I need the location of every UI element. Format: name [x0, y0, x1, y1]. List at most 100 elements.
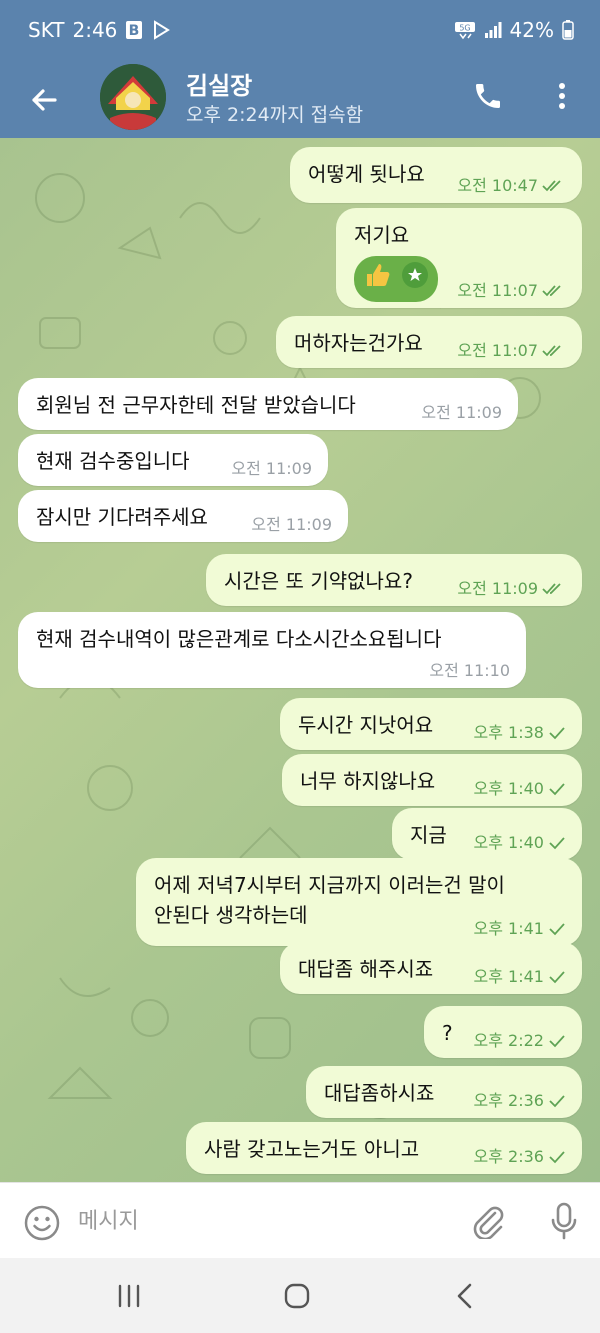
message-bubble[interactable]: ? 오후 2:22	[424, 1006, 582, 1058]
message-meta: 오전 11:07	[457, 282, 566, 300]
message-meta: 오후 1:41	[474, 920, 566, 938]
recents-icon	[118, 1284, 140, 1308]
emoji-sticker	[354, 256, 438, 302]
phone-icon	[476, 84, 500, 108]
message-text: 너무 하지않나요	[300, 769, 436, 793]
message-time: 오전 11:09	[231, 459, 312, 478]
call-button[interactable]	[468, 76, 508, 116]
message-text: 회원님 전 근무자한테 전달 받았습니다	[36, 393, 356, 417]
message-bubble[interactable]: 잠시만 기다려주세요 오전 11:09	[18, 490, 348, 542]
signal-icon	[484, 21, 502, 39]
message-time: 오후 1:41	[473, 919, 544, 938]
message-meta: 오후 2:22	[474, 1032, 566, 1050]
5g-icon: 5G	[454, 20, 476, 40]
message-bubble[interactable]: 현재 검수내역이 많은관계로 다소시간소요됩니다 오전 11:10	[18, 612, 526, 688]
message-text: 잠시만 기다려주세요	[36, 505, 208, 529]
message-time: 오전 11:09	[251, 515, 332, 534]
message-text: 대답좀하시죠	[324, 1081, 435, 1105]
check-icon	[548, 726, 566, 740]
message-text: 현재 검수중입니다	[36, 449, 190, 473]
svg-text:5G: 5G	[459, 24, 470, 33]
status-time: 2:46	[72, 18, 118, 42]
emoji-icon	[24, 1205, 60, 1241]
back-arrow-icon	[32, 89, 57, 111]
message-meta: 오전 10:47	[457, 177, 566, 195]
b-badge-icon: B	[125, 20, 143, 40]
message-text: 저기요	[354, 223, 410, 247]
message-bubble[interactable]: 머하자는건가요 오전 11:07	[276, 316, 582, 368]
svg-text:B: B	[129, 23, 140, 39]
message-time: 오전 11:10	[429, 661, 510, 680]
system-nav-bar	[0, 1258, 600, 1333]
message-meta: 오전 11:09	[421, 404, 502, 422]
message-text: 두시간 지낫어요	[298, 713, 434, 737]
message-bubble[interactable]: 두시간 지낫어요 오후 1:38	[280, 698, 582, 750]
check-icon	[548, 970, 566, 984]
message-meta: 오후 2:36	[474, 1148, 566, 1166]
message-meta: 오전 11:07	[457, 342, 566, 360]
message-bubble[interactable]: 지금 오후 1:40	[392, 808, 582, 860]
more-options-button[interactable]	[546, 76, 578, 116]
message-time: 오후 2:36	[473, 1091, 544, 1110]
message-meta: 오전 11:09	[231, 460, 312, 478]
contact-name[interactable]: 김실장	[186, 66, 252, 101]
more-vert-icon	[559, 83, 565, 109]
double-check-icon	[542, 344, 566, 358]
message-bubble[interactable]: 어떻게 됫나요 오전 10:47	[290, 147, 582, 203]
message-bubble[interactable]: 대답좀하시죠 오후 2:36	[306, 1066, 582, 1118]
message-meta: 오후 1:38	[474, 724, 566, 742]
message-text-line: 어제 저녁7시부터 지금까지 이러는건 말이	[154, 873, 505, 897]
message-meta: 오전 11:09	[251, 516, 332, 534]
message-input[interactable]	[78, 1201, 438, 1241]
message-time: 오전 11:09	[457, 579, 538, 598]
message-time: 오후 1:40	[473, 833, 544, 852]
message-text: 시간은 또 기약없나요?	[224, 569, 413, 593]
message-text: 어떻게 됫나요	[308, 162, 425, 186]
check-icon	[548, 1150, 566, 1164]
check-icon	[548, 1034, 566, 1048]
emoji-button[interactable]	[22, 1203, 62, 1243]
message-meta: 오전 11:09	[457, 580, 566, 598]
double-check-icon	[542, 179, 566, 193]
chat-area[interactable]: 어떻게 됫나요 오전 10:47 저기요 오전 11:07 머하자는건가요 오전…	[0, 138, 600, 1182]
double-check-icon	[542, 582, 566, 596]
message-text: ?	[442, 1021, 453, 1045]
message-time: 오전 11:09	[421, 403, 502, 422]
message-bubble[interactable]: 저기요 오전 11:07	[336, 208, 582, 308]
message-meta: 오후 2:36	[474, 1092, 566, 1110]
avatar[interactable]	[100, 64, 166, 130]
message-bubble[interactable]: 사람 갖고노는거도 아니고 오후 2:36	[186, 1122, 582, 1174]
message-text: 대답좀 해주시죠	[298, 957, 434, 981]
message-bubble[interactable]: 어제 저녁7시부터 지금까지 이러는건 말이 안된다 생각하는데 오후 1:41	[136, 858, 582, 946]
battery-percent: 42%	[509, 18, 554, 42]
avatar-image	[100, 64, 166, 130]
status-bar: SKT 2:46 B 5G 42%	[0, 0, 600, 60]
home-icon	[284, 1283, 310, 1309]
message-text: 현재 검수내역이 많은관계로 다소시간소요됩니다	[36, 627, 442, 651]
attach-button[interactable]	[468, 1201, 508, 1241]
star-badge-icon	[400, 260, 430, 298]
message-bubble[interactable]: 너무 하지않나요 오후 1:40	[282, 754, 582, 806]
message-meta: 오후 1:40	[474, 780, 566, 798]
check-icon	[548, 922, 566, 936]
message-bubble[interactable]: 회원님 전 근무자한테 전달 받았습니다 오전 11:09	[18, 378, 518, 430]
home-button[interactable]	[272, 1276, 322, 1316]
recents-button[interactable]	[104, 1276, 154, 1316]
message-text: 지금	[410, 823, 447, 847]
mic-button[interactable]	[544, 1201, 584, 1241]
back-button[interactable]	[22, 78, 66, 122]
attach-icon	[473, 1206, 504, 1239]
chat-header: 김실장 오후 2:24까지 접속함	[0, 60, 600, 138]
thumbs-up-icon	[362, 260, 392, 298]
message-time: 오전 11:07	[457, 281, 538, 300]
message-bubble[interactable]: 대답좀 해주시죠 오후 1:41	[280, 942, 582, 994]
message-bubble[interactable]: 현재 검수중입니다 오전 11:09	[18, 434, 328, 486]
battery-icon	[562, 20, 574, 40]
check-icon	[548, 1094, 566, 1108]
double-check-icon	[542, 284, 566, 298]
message-time: 오후 2:36	[473, 1147, 544, 1166]
nav-back-button[interactable]	[440, 1276, 490, 1316]
message-bubble[interactable]: 시간은 또 기약없나요? 오전 11:09	[206, 554, 582, 606]
check-icon	[548, 836, 566, 850]
message-time: 오전 10:47	[457, 176, 538, 195]
